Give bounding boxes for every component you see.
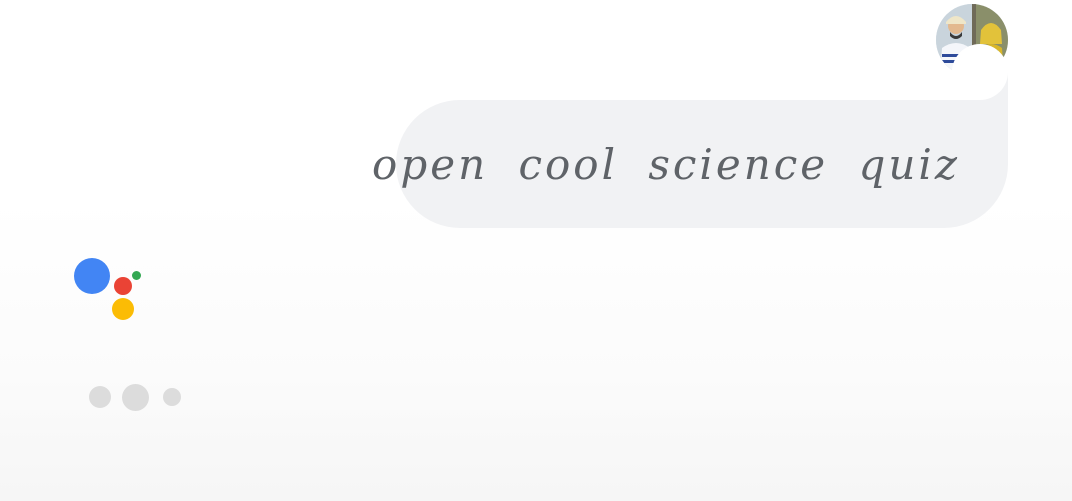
google-assistant-logo-icon	[74, 258, 144, 322]
typing-dot	[163, 388, 181, 406]
assistant-dot-red	[114, 277, 132, 295]
assistant-conversation-screen: open cool science quiz	[0, 0, 1072, 501]
typing-indicator-icon	[88, 383, 184, 411]
assistant-dot-yellow	[112, 298, 134, 320]
bubble-corner-cutout	[952, 44, 1008, 100]
typing-dot	[122, 384, 149, 411]
assistant-dot-blue	[74, 258, 110, 294]
assistant-dot-green	[132, 271, 141, 280]
user-query-bubble[interactable]: open cool science quiz	[372, 100, 1008, 228]
typing-dot	[89, 386, 111, 408]
user-query-text: open cool science quiz	[372, 139, 960, 189]
